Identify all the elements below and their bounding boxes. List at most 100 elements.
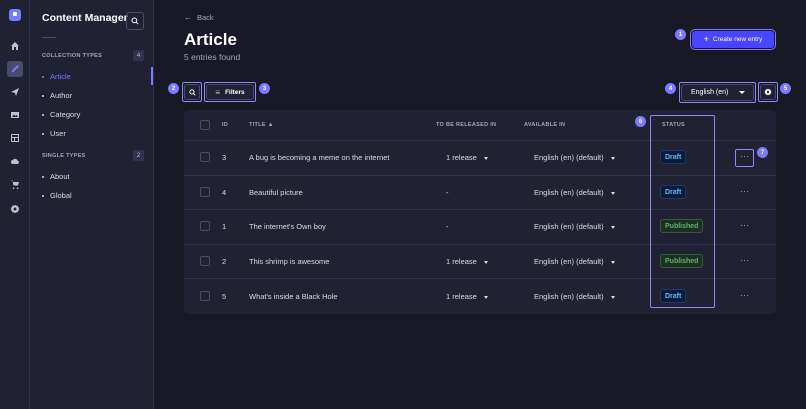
- row-actions-button[interactable]: ···: [740, 291, 750, 300]
- available-dropdown[interactable]: English (en) (default): [534, 188, 615, 197]
- row-checkbox[interactable]: [200, 291, 210, 301]
- row-checkbox[interactable]: [200, 187, 210, 197]
- release-value: 1 release: [446, 257, 477, 266]
- column-header-title[interactable]: TITLE ▲: [249, 122, 274, 128]
- cell-id: 2: [222, 257, 227, 266]
- available-value: English (en) (default): [534, 153, 604, 162]
- cell-title[interactable]: What's inside a Black Hole: [249, 292, 338, 301]
- highlight-row-actions: [735, 149, 754, 167]
- sidebar-item-label: Category: [50, 110, 81, 119]
- cell-title[interactable]: A bug is becoming a meme on the internet: [249, 153, 390, 162]
- entries-count: 5 entries found: [184, 52, 241, 62]
- chevron-down-icon: [483, 156, 488, 160]
- release-value: 1 release: [446, 153, 477, 162]
- sidebar-item-label: Article: [50, 72, 71, 81]
- sidebar-item-label: User: [50, 129, 66, 138]
- cell-title[interactable]: Beautiful picture: [249, 188, 303, 197]
- back-link[interactable]: ← Back: [184, 13, 214, 22]
- row-checkbox[interactable]: [200, 256, 210, 266]
- sidebar-item-user[interactable]: User: [42, 129, 66, 138]
- available-value: English (en) (default): [534, 292, 604, 301]
- highlight-status-column: [650, 115, 715, 308]
- cell-id: 5: [222, 292, 227, 301]
- chevron-down-icon: [610, 156, 615, 160]
- title-header-label: TITLE: [249, 122, 266, 128]
- back-label: Back: [197, 13, 214, 22]
- home-icon[interactable]: [7, 38, 23, 54]
- release-value: 1 release: [446, 292, 477, 301]
- available-dropdown[interactable]: English (en) (default): [534, 153, 615, 162]
- sidebar-item-about[interactable]: About: [42, 172, 70, 181]
- available-dropdown[interactable]: English (en) (default): [534, 292, 615, 301]
- chevron-down-icon: [610, 225, 615, 229]
- sidebar-item-label: Author: [50, 91, 73, 100]
- column-header-available[interactable]: AVAILABLE IN: [524, 122, 565, 128]
- annotation-badge-3: 3: [259, 83, 270, 94]
- single-types-count: 2: [133, 150, 144, 161]
- annotation-badge-4: 4: [665, 83, 676, 94]
- subnav-divider: [42, 37, 56, 38]
- available-value: English (en) (default): [534, 257, 604, 266]
- cell-release: -: [446, 222, 449, 231]
- content-manager-subnav: Content Manager COLLECTION TYPES 4 Artic…: [30, 0, 154, 409]
- main-nav-rail: [0, 0, 30, 409]
- chevron-down-icon: [483, 260, 488, 264]
- create-button-label: Create new entry: [712, 36, 763, 43]
- column-header-release[interactable]: TO BE RELEASED IN: [436, 122, 496, 128]
- send-icon[interactable]: [7, 84, 23, 100]
- content-manager-icon[interactable]: [7, 61, 23, 77]
- cell-title[interactable]: This shrimp is awesome: [249, 257, 329, 266]
- cell-title[interactable]: The internet's Own boy: [249, 222, 326, 231]
- collection-types-heading: COLLECTION TYPES: [42, 53, 103, 59]
- annotation-badge-7: 7: [757, 147, 768, 158]
- media-library-icon[interactable]: [7, 107, 23, 123]
- available-dropdown[interactable]: English (en) (default): [534, 222, 615, 231]
- strapi-logo[interactable]: [9, 9, 21, 21]
- highlight-search: [182, 82, 202, 102]
- cloud-icon[interactable]: [7, 153, 23, 169]
- column-header-id[interactable]: ID: [222, 122, 228, 128]
- row-actions-button[interactable]: ···: [740, 221, 750, 230]
- sidebar-item-global[interactable]: Global: [42, 191, 72, 200]
- page-title: Article: [184, 30, 237, 49]
- sidebar-item-label: Global: [50, 191, 72, 200]
- chevron-down-icon: [610, 295, 615, 299]
- sidebar-item-category[interactable]: Category: [42, 110, 80, 119]
- arrow-left-icon: ←: [184, 13, 192, 22]
- available-value: English (en) (default): [534, 222, 604, 231]
- subnav-title: Content Manager: [42, 12, 128, 24]
- create-new-entry-button[interactable]: + Create new entry: [690, 29, 776, 50]
- plus-icon: +: [703, 34, 709, 44]
- layout-icon[interactable]: [7, 130, 23, 146]
- annotation-badge-5: 5: [780, 83, 791, 94]
- sidebar-item-author[interactable]: Author: [42, 91, 72, 100]
- row-checkbox[interactable]: [200, 152, 210, 162]
- sidebar-item-label: About: [50, 172, 70, 181]
- select-all-checkbox[interactable]: [200, 120, 210, 130]
- release-dropdown[interactable]: 1 release: [446, 257, 488, 266]
- highlight-filters: [204, 82, 256, 102]
- annotation-badge-6: 6: [635, 116, 646, 127]
- release-dropdown[interactable]: 1 release: [446, 153, 488, 162]
- cart-icon[interactable]: [7, 176, 23, 192]
- sidebar-item-article[interactable]: Article: [42, 72, 71, 81]
- highlight-settings: [758, 82, 778, 102]
- chevron-down-icon: [483, 295, 488, 299]
- row-actions-button[interactable]: ···: [740, 256, 750, 265]
- cell-release: -: [446, 188, 449, 197]
- settings-icon[interactable]: [7, 201, 23, 217]
- row-checkbox[interactable]: [200, 221, 210, 231]
- available-dropdown[interactable]: English (en) (default): [534, 257, 615, 266]
- cell-id: 1: [222, 222, 227, 231]
- subnav-search-button[interactable]: [126, 12, 144, 30]
- highlight-locale: [679, 82, 756, 103]
- chevron-down-icon: [610, 260, 615, 264]
- single-types-heading: SINGLE TYPES: [42, 153, 86, 159]
- available-value: English (en) (default): [534, 188, 604, 197]
- release-dropdown[interactable]: 1 release: [446, 292, 488, 301]
- search-icon: [131, 17, 139, 25]
- annotation-badge-2: 2: [168, 83, 179, 94]
- sort-asc-icon: ▲: [267, 122, 274, 128]
- row-actions-button[interactable]: ···: [740, 187, 750, 196]
- active-indicator: [151, 67, 153, 85]
